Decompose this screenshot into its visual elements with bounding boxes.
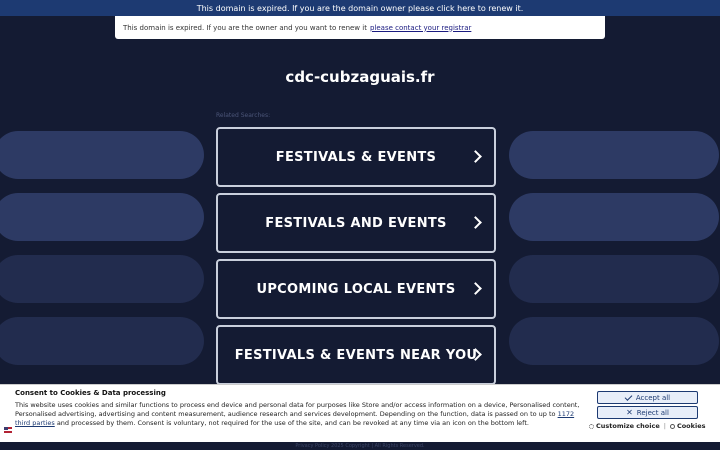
expired-notice-text: This domain is expired. If you are the o…	[123, 23, 367, 32]
decor-shape	[509, 131, 719, 179]
decor-shape	[0, 193, 204, 241]
contact-registrar-link[interactable]: please contact your registrar	[370, 24, 471, 32]
footer-text: Privacy Policy 2025 Copyright | All Righ…	[295, 443, 425, 449]
chevron-right-icon	[469, 216, 482, 229]
related-link-label: UPCOMING LOCAL EVENTS	[256, 281, 456, 297]
cookie-title: Consent to Cookies & Data processing	[15, 389, 166, 397]
domain-title: cdc-cubzaguais.fr	[285, 68, 435, 86]
related-links: FESTIVALS & EVENTS FESTIVALS AND EVENTS …	[216, 127, 496, 391]
accept-all-button[interactable]: Accept all	[597, 391, 698, 404]
reject-all-button[interactable]: ✕ Reject all	[597, 406, 698, 419]
cookie-description: This website uses cookies and similar fu…	[15, 401, 585, 428]
renew-banner[interactable]: This domain is expired. If you are the d…	[0, 0, 720, 16]
cookie-consent-banner: Consent to Cookies & Data processing Thi…	[0, 384, 720, 442]
check-icon	[624, 392, 633, 401]
related-link-upcoming-local-events[interactable]: UPCOMING LOCAL EVENTS	[216, 259, 496, 319]
customize-choice-label: Customize choice	[596, 422, 660, 430]
cookies-label: Cookies	[676, 422, 706, 430]
reject-all-label: Reject all	[636, 408, 669, 417]
cookie-icon	[669, 423, 675, 429]
decor-shape	[0, 317, 204, 365]
cookie-text-after: and processed by them. Consent is volunt…	[56, 419, 529, 427]
related-link-label: FESTIVALS AND EVENTS	[265, 215, 447, 231]
decor-shape	[509, 193, 719, 241]
close-icon: ✕	[626, 407, 633, 417]
related-searches-label: Related Searches:	[216, 112, 271, 119]
separator: |	[663, 422, 666, 430]
related-link-label: FESTIVALS & EVENTS	[275, 149, 437, 165]
cookie-options: Customize choice | Cookies	[589, 422, 705, 430]
cookies-link[interactable]: Cookies	[669, 422, 706, 430]
chevron-right-icon	[469, 282, 482, 295]
decor-shape	[0, 255, 204, 303]
related-link-festivals-and-events[interactable]: FESTIVALS AND EVENTS	[216, 193, 496, 253]
us-flag-icon[interactable]	[4, 427, 12, 433]
decor-shape	[0, 131, 204, 179]
chevron-right-icon	[469, 150, 482, 163]
related-link-festivals-events-near-you[interactable]: FESTIVALS & EVENTS NEAR YOU	[216, 325, 496, 385]
cookie-text-before: This website uses cookies and similar fu…	[15, 401, 580, 418]
decor-shape	[509, 317, 719, 365]
related-link-festivals-events[interactable]: FESTIVALS & EVENTS	[216, 127, 496, 187]
decor-shape	[509, 255, 719, 303]
expired-notice: This domain is expired. If you are the o…	[115, 16, 605, 39]
related-link-label: FESTIVALS & EVENTS NEAR YOU	[234, 347, 478, 363]
accept-all-label: Accept all	[635, 393, 671, 402]
customize-choice-link[interactable]: Customize choice	[589, 422, 660, 430]
gear-icon	[589, 423, 594, 429]
